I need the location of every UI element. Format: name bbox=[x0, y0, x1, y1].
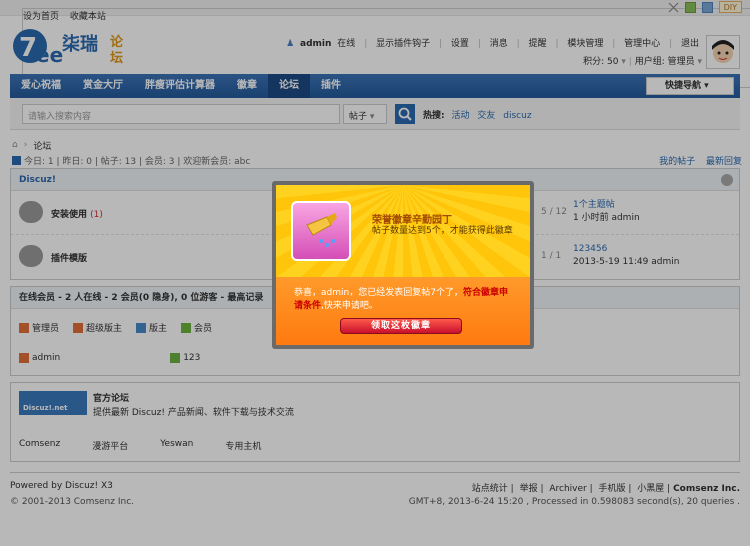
badge-message: 恭喜，admin，您已经发表回复帖7个了，符合徽章申请条件,快来申请吧。 bbox=[294, 288, 508, 311]
claim-badge-button[interactable]: 领取这枚徽章 bbox=[340, 318, 462, 334]
badge-popup: 荣誉徽章辛勤园丁 帖子数量达到5个，才能获得此徽章 恭喜，admin，您已经发表… bbox=[272, 181, 534, 349]
badge-desc: 帖子数量达到5个，才能获得此徽章 bbox=[372, 226, 513, 236]
badge-popup-top: 荣誉徽章辛勤园丁 帖子数量达到5个，才能获得此徽章 bbox=[276, 185, 530, 277]
badge-popup-body: 荣誉徽章辛勤园丁 帖子数量达到5个，才能获得此徽章 恭喜，admin，您已经发表… bbox=[276, 185, 530, 345]
badge-icon bbox=[291, 201, 351, 261]
badge-popup-bottom: 恭喜，admin，您已经发表回复帖7个了，符合徽章申请条件,快来申请吧。 领取这… bbox=[276, 277, 530, 345]
